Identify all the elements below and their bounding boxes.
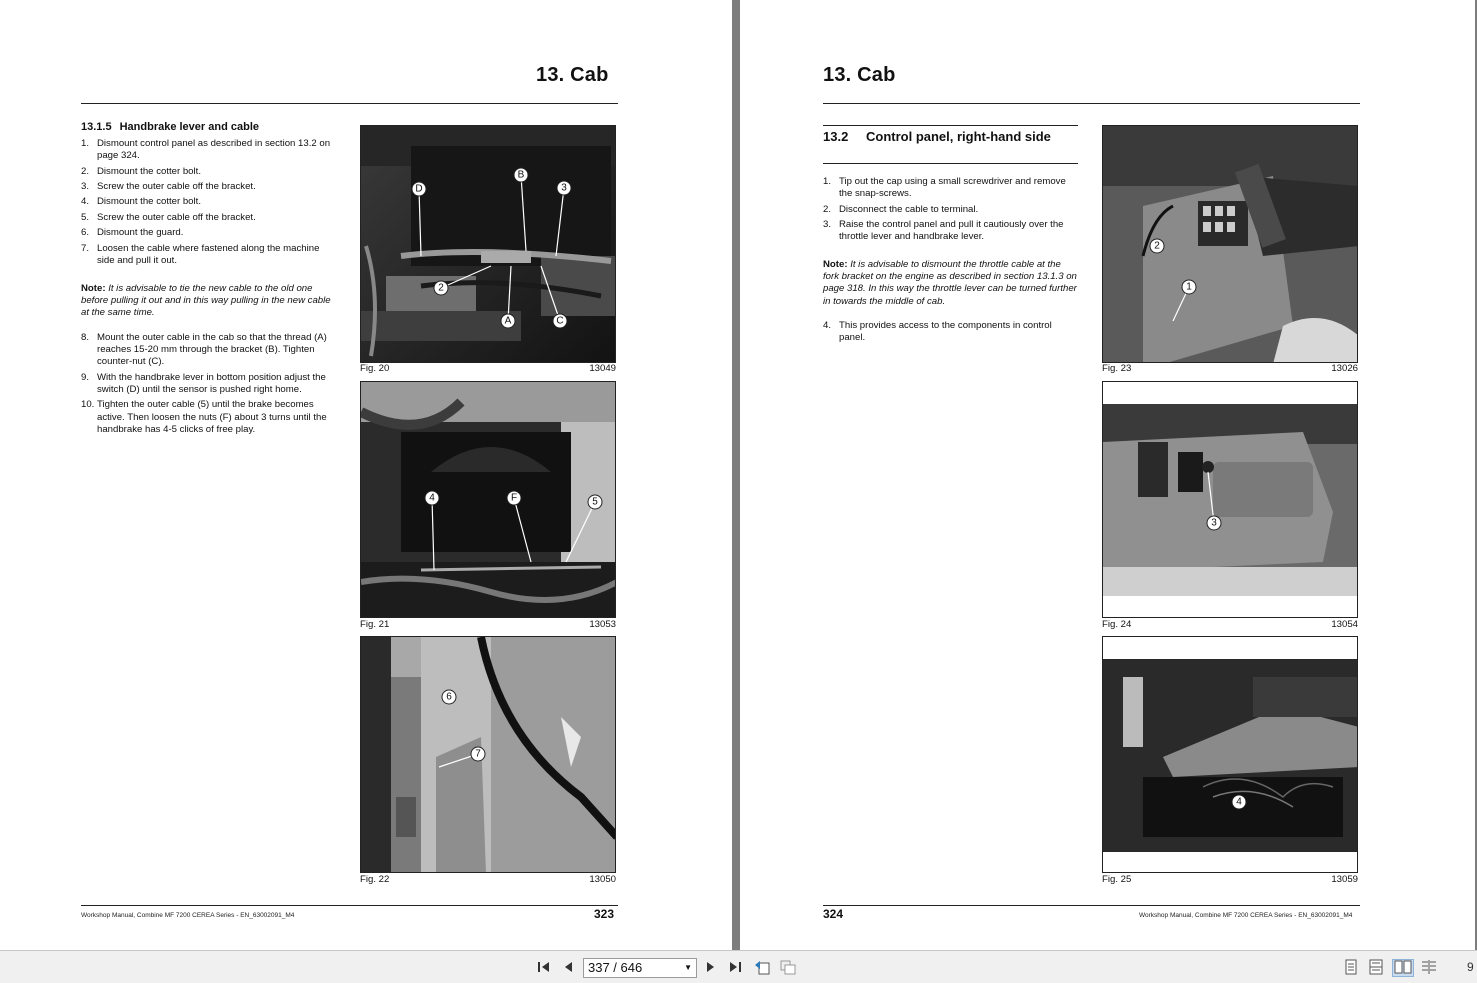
- two-page-icon: [1394, 960, 1412, 977]
- figure-25-caption: Fig. 25 13059: [1102, 874, 1358, 885]
- section-heading: 13.1.5 Handbrake lever and cable: [81, 121, 259, 133]
- document-viewport[interactable]: 13. Cab 13.1.5 Handbrake lever and cable …: [0, 0, 1477, 950]
- page-324: 13. Cab 13.2 Control panel, right-hand si…: [740, 0, 1475, 950]
- list-item: 10. Tighten the outer cable (5) until the…: [81, 399, 327, 435]
- callout-label: 4: [1236, 797, 1242, 808]
- figure-24-photo: 3: [1102, 381, 1358, 618]
- callout-label: 6: [446, 692, 452, 703]
- note: Note: It is advisable to dismount the th…: [823, 259, 1077, 307]
- prev-page-button[interactable]: [559, 959, 577, 977]
- callout-label: B: [518, 170, 525, 181]
- last-page-button[interactable]: [726, 959, 744, 977]
- back-view-button[interactable]: [753, 959, 771, 977]
- list-item: 2. Dismount the cotter bolt.: [81, 165, 201, 177]
- header-rule: [823, 103, 1360, 104]
- section-title: Handbrake lever and cable: [119, 121, 259, 133]
- first-page-icon: [537, 961, 551, 976]
- first-page-button[interactable]: [535, 959, 553, 977]
- steps-list-a: 1. Dismount control panel as described in…: [81, 138, 337, 270]
- forward-view-icon: [780, 959, 796, 978]
- list-item: 9. With the handbrake lever in bottom pos…: [81, 371, 326, 395]
- callout-label: 3: [1211, 518, 1217, 529]
- steps-list-b: 4. This provides access to the components…: [823, 320, 1079, 348]
- chapter-title: 13. Cab: [823, 64, 896, 86]
- single-page-button[interactable]: [1342, 959, 1360, 977]
- callout-label: A: [505, 316, 512, 327]
- continuous-icon: [1369, 959, 1383, 978]
- list-item: 4. Dismount the cotter bolt.: [81, 196, 201, 208]
- page-number: 324: [823, 907, 844, 921]
- list-item: 5. Screw the outer cable off the bracket.: [81, 211, 256, 223]
- figure-20-photo: D B 3 2 A C: [360, 125, 616, 363]
- footer-rule: [823, 905, 1360, 906]
- figure-24-caption: Fig. 24 13054: [1102, 619, 1358, 630]
- callout-label: 1: [1186, 282, 1192, 293]
- section-rule-top: [823, 125, 1078, 126]
- back-view-icon: [754, 959, 770, 978]
- footer-text: Workshop Manual, Combine MF 7200 CEREA S…: [1139, 912, 1353, 919]
- list-item: 7. Loosen the cable where fastened along …: [81, 242, 320, 266]
- footer-rule: [81, 905, 618, 906]
- page-323: 13. Cab 13.1.5 Handbrake lever and cable …: [0, 0, 732, 950]
- list-item: 1. Dismount control panel as described in…: [81, 138, 331, 162]
- footer-text: Workshop Manual, Combine MF 7200 CEREA S…: [81, 912, 295, 919]
- figure-21-caption: Fig. 21 13053: [360, 619, 616, 630]
- figure-22-photo: 6 7: [360, 636, 616, 873]
- two-page-button[interactable]: [1392, 959, 1414, 977]
- callout-label: F: [511, 493, 517, 504]
- chevron-down-icon[interactable]: ▼: [684, 959, 692, 977]
- figure-20-caption: Fig. 20 13049: [360, 363, 616, 374]
- list-item: 2. Disconnect the cable to terminal.: [823, 203, 979, 215]
- list-item: 8. Mount the outer cable in the cab so th…: [81, 332, 327, 368]
- section-title: Control panel, right-hand side: [866, 129, 1051, 144]
- navigation-toolbar: 337 / 646 ▼ 9: [0, 950, 1477, 983]
- callout-label: 7: [475, 749, 481, 760]
- single-page-icon: [1345, 959, 1357, 978]
- callout-label: 2: [438, 283, 444, 294]
- chapter-title: 13. Cab: [536, 64, 609, 86]
- list-item: 4. This provides access to the components…: [823, 320, 1052, 344]
- section-heading: 13.2 Control panel, right-hand side: [823, 128, 1078, 145]
- two-page-continuous-button[interactable]: [1420, 959, 1438, 977]
- callout-label: 2: [1154, 241, 1160, 252]
- list-item: 1. Tip out the cap using a small screwdri…: [823, 176, 1066, 200]
- two-page-continuous-icon: [1420, 959, 1438, 978]
- figure-23-photo: 2 1: [1102, 125, 1358, 363]
- page-number: 323: [594, 907, 615, 921]
- figure-25-photo: 4: [1102, 636, 1358, 873]
- callout-label: 4: [429, 493, 435, 504]
- callout-label: C: [556, 316, 563, 327]
- continuous-button[interactable]: [1367, 959, 1385, 977]
- steps-list-b: 8. Mount the outer cable in the cab so th…: [81, 332, 337, 439]
- steps-list-a: 1. Tip out the cap using a small screwdri…: [823, 176, 1079, 247]
- next-page-icon: [706, 961, 716, 976]
- header-rule: [81, 103, 618, 104]
- last-page-icon: [728, 961, 742, 976]
- section-rule-bottom: [823, 163, 1078, 164]
- list-item: 3. Raise the control panel and pull it ca…: [823, 218, 1064, 243]
- callout-label: D: [415, 184, 422, 195]
- next-page-button[interactable]: [702, 959, 720, 977]
- figure-21-photo: 4 F 5: [360, 381, 616, 618]
- callout-label: 3: [561, 183, 567, 194]
- list-item: 6. Dismount the guard.: [81, 227, 184, 239]
- section-number: 13.1.5: [81, 121, 112, 133]
- note: Note: It is advisable to tie the new cab…: [81, 283, 331, 319]
- figure-23-caption: Fig. 23 13026: [1102, 363, 1358, 374]
- list-item: 3. Screw the outer cable off the bracket.: [81, 180, 256, 192]
- callout-label: 5: [592, 497, 598, 508]
- section-number: 13.2: [823, 129, 849, 144]
- prev-page-icon: [563, 961, 573, 976]
- forward-view-button[interactable]: [779, 959, 797, 977]
- figure-22-caption: Fig. 22 13050: [360, 874, 616, 885]
- page-number-input[interactable]: 337 / 646 ▼: [583, 958, 697, 978]
- zoom-level[interactable]: 9: [1467, 960, 1474, 974]
